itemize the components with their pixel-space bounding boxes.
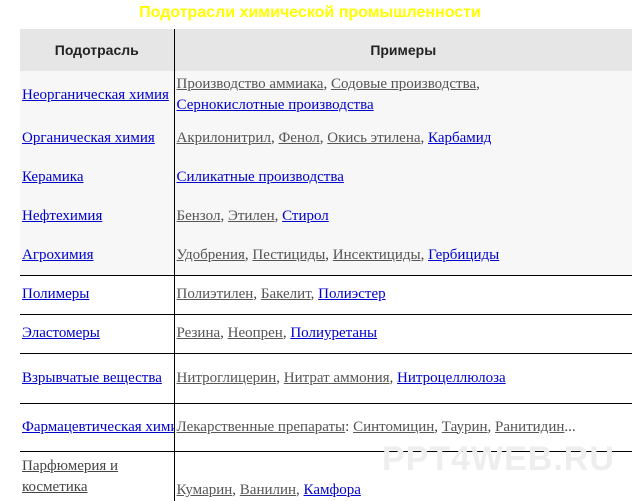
examples-cell: Производство аммиака, Содовые производст…: [174, 71, 632, 119]
separator: ,: [296, 482, 304, 498]
table-row: Агрохимия Удобрения, Пестициды, Инсектиц…: [20, 236, 632, 275]
example-link[interactable]: Резина: [177, 325, 221, 341]
ellipsis: ...: [564, 418, 576, 435]
example-link[interactable]: Содовые производства: [331, 76, 476, 92]
separator: ,: [420, 246, 429, 263]
separator: ,: [274, 208, 283, 224]
branch-link-pharma[interactable]: Фармацевтическая химия: [20, 402, 175, 451]
example-link[interactable]: Нитроцеллюлоза: [397, 370, 506, 386]
example-link[interactable]: Фенол: [278, 130, 319, 146]
example-link[interactable]: Стирол: [282, 208, 329, 224]
example-link[interactable]: Пестициды: [252, 247, 325, 263]
separator: ,: [389, 369, 398, 386]
example-link[interactable]: Акрилонитрил: [177, 130, 271, 146]
example-link[interactable]: Окись этилена: [327, 130, 420, 146]
separator: ,: [276, 369, 284, 386]
examples-cell: Силикатные производства: [174, 158, 632, 197]
example-link[interactable]: Карбамид: [428, 130, 491, 146]
branch-link-explosives[interactable]: Взрывчатые вещества: [20, 352, 175, 403]
example-link[interactable]: Синтомицин: [353, 419, 434, 435]
example-link[interactable]: Инсектициды: [333, 247, 421, 263]
table-row: Керамика Силикатные производства: [20, 158, 632, 197]
separator: ,: [420, 130, 429, 146]
example-link[interactable]: Силикатные производства: [177, 169, 344, 185]
examples-cell: Резина, Неопрен, Полиуретаны: [174, 313, 632, 353]
example-link[interactable]: Полиуретаны: [290, 325, 377, 341]
example-link[interactable]: Ванилин: [240, 482, 296, 498]
example-link[interactable]: Гербициды: [428, 247, 499, 263]
example-link[interactable]: Нитроглицерин: [177, 370, 277, 386]
separator: ,: [487, 418, 496, 435]
examples-cell: Акрилонитрил, Фенол, Окись этилена, Карб…: [174, 119, 632, 158]
branch-link-agrochemistry[interactable]: Агрохимия: [20, 236, 175, 275]
example-link[interactable]: Лекарственные препараты: [177, 419, 346, 435]
example-link[interactable]: Кумарин: [177, 482, 233, 498]
example-link[interactable]: Нитрат аммония: [284, 370, 390, 386]
example-link[interactable]: Неопрен: [228, 325, 283, 341]
header-branch: Подотрасль: [20, 29, 175, 71]
separator: ,: [220, 325, 228, 341]
separator: ,: [232, 482, 240, 498]
table-row: Неорганическая химия Производство аммиак…: [20, 71, 632, 119]
examples-cell: Нитроглицерин, Нитрат аммония, Нитроцелл…: [174, 352, 632, 403]
separator: ,: [253, 286, 261, 302]
table-row: Полимеры Полиэтилен, Бакелит, Полиэстер: [20, 274, 632, 314]
branch-link-organic[interactable]: Органическая химия: [20, 119, 175, 158]
branch-link-inorganic[interactable]: Неорганическая химия: [20, 71, 175, 119]
separator: ,: [220, 208, 228, 224]
branch-link-ceramics[interactable]: Керамика: [20, 158, 175, 197]
example-link[interactable]: Производство аммиака: [177, 76, 324, 92]
table-row: Нефтехимия Бензол, Этилен, Стирол: [20, 197, 632, 236]
branch-link-perfumery[interactable]: Парфюмерия и косметика: [20, 450, 175, 501]
examples-cell: Полиэтилен, Бакелит, Полиэстер: [174, 274, 632, 314]
example-link[interactable]: Полиэстер: [318, 286, 385, 302]
table-row: Органическая химия Акрилонитрил, Фенол, …: [20, 119, 632, 158]
table-header-row: Подотрасль Примеры: [20, 29, 632, 71]
example-link[interactable]: Ранитидин: [495, 419, 564, 435]
header-examples: Примеры: [174, 29, 632, 71]
example-link[interactable]: Бакелит: [261, 286, 311, 302]
branch-link-petrochemistry[interactable]: Нефтехимия: [20, 197, 175, 236]
example-link[interactable]: Сернокислотные производства: [177, 97, 374, 113]
table-row: Взрывчатые вещества Нитроглицерин, Нитра…: [20, 352, 632, 403]
separator: ,: [323, 76, 331, 92]
example-link[interactable]: Бензол: [177, 208, 221, 224]
example-link[interactable]: Удобрения: [177, 247, 245, 263]
table-row: Эластомеры Резина, Неопрен, Полиуретаны: [20, 313, 632, 353]
branch-link-elastomers[interactable]: Эластомеры: [20, 313, 175, 353]
examples-cell: Удобрения, Пестициды, Инсектициды, Герби…: [174, 236, 632, 275]
example-link[interactable]: Полиэтилен: [177, 286, 254, 302]
branch-link-polymers[interactable]: Полимеры: [20, 274, 175, 314]
example-link[interactable]: Этилен: [228, 208, 275, 224]
industry-table: Подотрасль Примеры Неорганическая химия …: [20, 29, 632, 501]
separator: ,: [434, 418, 442, 435]
watermark-text: PPT4WEB.RU: [382, 440, 615, 478]
separator: :: [345, 418, 354, 435]
separator: ,: [476, 76, 480, 92]
example-link[interactable]: Камфора: [304, 482, 361, 498]
page-title: Подотрасли химической промышленности: [139, 4, 481, 21]
example-link[interactable]: Таурин: [442, 419, 488, 435]
separator: ,: [325, 246, 333, 263]
examples-cell: Бензол, Этилен, Стирол: [174, 197, 632, 236]
